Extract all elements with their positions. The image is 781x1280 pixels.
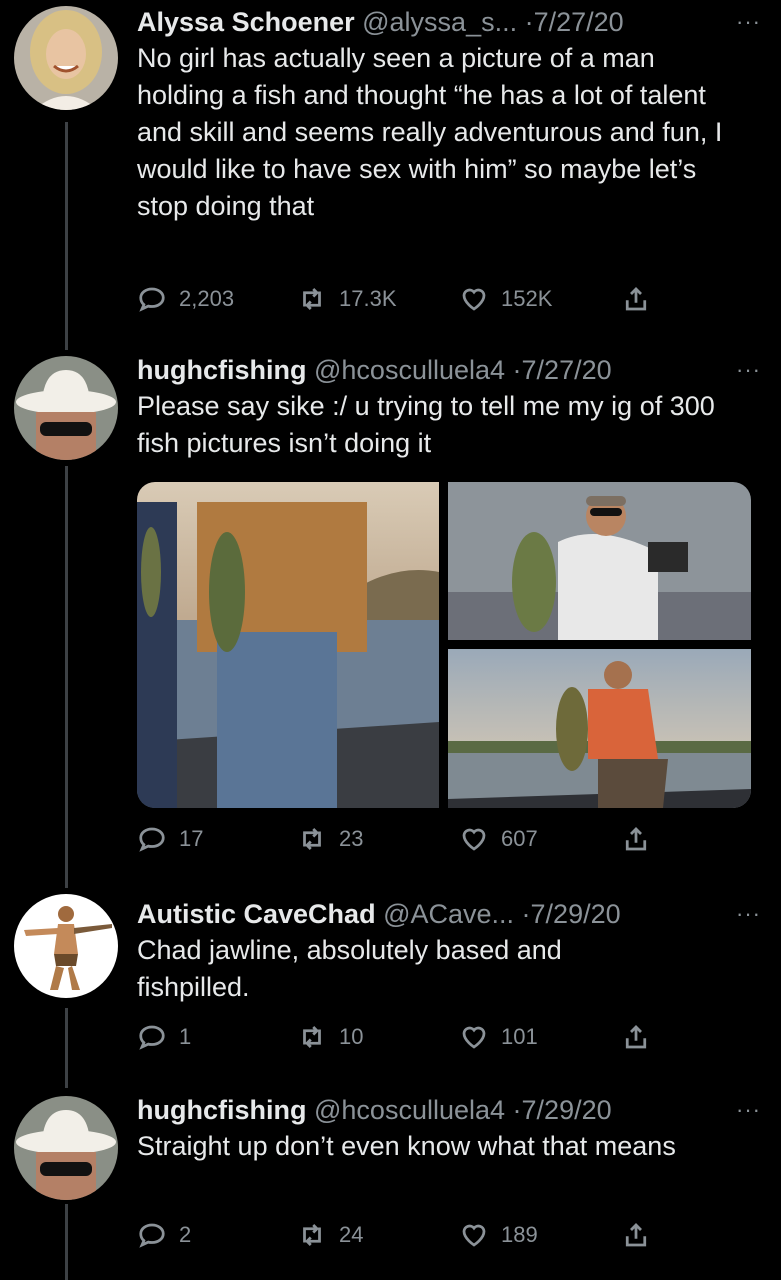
like-count: 152K [501,286,553,311]
reply-button[interactable]: 1 [137,1022,191,1052]
handle[interactable]: @alyssa_s... [362,7,517,37]
tweet[interactable]: Autistic CaveChad @ACave... ·7/29/20 ···… [0,894,781,1074]
retweet-button[interactable]: 23 [297,824,363,854]
tweet[interactable]: hughcfishing @hcosculluela4 ·7/29/20 ···… [0,1092,781,1280]
tweet-header: hughcfishing @hcosculluela4 ·7/27/20 ··· [137,354,761,386]
share-button[interactable] [621,1022,651,1052]
timestamp[interactable]: ·7/27/20 [513,355,612,385]
more-options-icon[interactable]: ··· [736,1094,761,1126]
reply-icon [139,1025,165,1050]
timestamp[interactable]: ·7/29/20 [522,899,621,929]
display-name[interactable]: Alyssa Schoener [137,7,355,37]
reply-button[interactable]: 2,203 [137,284,234,314]
reply-button[interactable]: 17 [137,824,203,854]
retweet-icon [303,1026,321,1048]
tweet-text: Chad jawline, absolutely based and fishp… [137,935,562,1002]
handle[interactable]: @ACave... [383,899,514,929]
retweet-count: 24 [339,1222,364,1247]
photo-grid [137,482,751,808]
avatar[interactable] [14,894,118,998]
share-icon [625,1025,647,1049]
handle[interactable]: @hcosculluela4 [314,355,505,385]
share-button[interactable] [621,824,651,854]
retweet-count: 10 [339,1024,364,1049]
tweet-actions: 1 10 101 [137,1022,657,1056]
reply-count: 2,203 [179,286,235,311]
retweet-count: 17.3K [339,286,397,311]
tweet-header: hughcfishing @hcosculluela4 ·7/29/20 ··· [137,1094,761,1126]
heart-icon [462,288,486,311]
timestamp[interactable]: ·7/29/20 [513,1095,612,1125]
tweet-text: Please say sike :/ u trying to tell me m… [137,391,715,458]
tweet-actions: 17 23 607 [137,824,657,858]
fish-photo-1[interactable] [137,482,439,808]
reply-count: 17 [179,826,204,851]
share-icon [625,1223,647,1247]
retweet-count: 23 [339,826,364,851]
share-button[interactable] [621,284,651,314]
like-count: 189 [501,1222,538,1247]
reply-icon [139,1223,165,1248]
tweet-actions: 2,203 17.3K 152K [137,284,657,318]
tweet-header: Alyssa Schoener @alyssa_s... ·7/27/20 ··… [137,6,761,38]
handle[interactable]: @hcosculluela4 [314,1095,505,1125]
retweet-icon [303,1224,321,1246]
share-icon [625,827,647,851]
more-options-icon[interactable]: ··· [736,898,761,930]
like-button[interactable]: 607 [459,824,538,854]
reply-button[interactable]: 2 [137,1220,191,1250]
reply-icon [139,827,165,852]
heart-icon [462,1224,486,1247]
avatar[interactable] [14,356,118,460]
display-name[interactable]: Autistic CaveChad [137,899,376,929]
tweet-actions: 2 24 189 [137,1220,657,1254]
fish-photo-3[interactable] [448,649,751,808]
fish-photo-2[interactable] [448,482,751,640]
reply-icon [139,287,165,312]
more-options-icon[interactable]: ··· [736,6,761,38]
retweet-icon [303,828,321,850]
like-button[interactable]: 101 [459,1022,538,1052]
avatar[interactable] [14,6,118,110]
retweet-button[interactable]: 10 [297,1022,363,1052]
tweet-header: Autistic CaveChad @ACave... ·7/29/20 ··· [137,898,761,930]
like-button[interactable]: 152K [459,284,552,314]
reply-count: 2 [179,1222,192,1247]
retweet-button[interactable]: 24 [297,1220,363,1250]
heart-icon [462,1026,486,1049]
more-options-icon[interactable]: ··· [736,354,761,386]
display-name[interactable]: hughcfishing [137,355,306,385]
retweet-icon [303,288,321,310]
tweet[interactable]: Alyssa Schoener @alyssa_s... ·7/27/20 ··… [0,0,781,340]
reply-count: 1 [179,1024,192,1049]
tweet-text: Straight up don’t even know what that me… [137,1131,676,1161]
share-button[interactable] [621,1220,651,1250]
heart-icon [462,828,486,851]
avatar[interactable] [14,1096,118,1200]
like-button[interactable]: 189 [459,1220,538,1250]
retweet-button[interactable]: 17.3K [297,284,397,314]
like-count: 607 [501,826,538,851]
display-name[interactable]: hughcfishing [137,1095,306,1125]
timestamp[interactable]: ·7/27/20 [525,7,624,37]
share-icon [625,287,647,311]
like-count: 101 [501,1024,538,1049]
tweet-text: No girl has actually seen a picture of a… [137,43,723,221]
